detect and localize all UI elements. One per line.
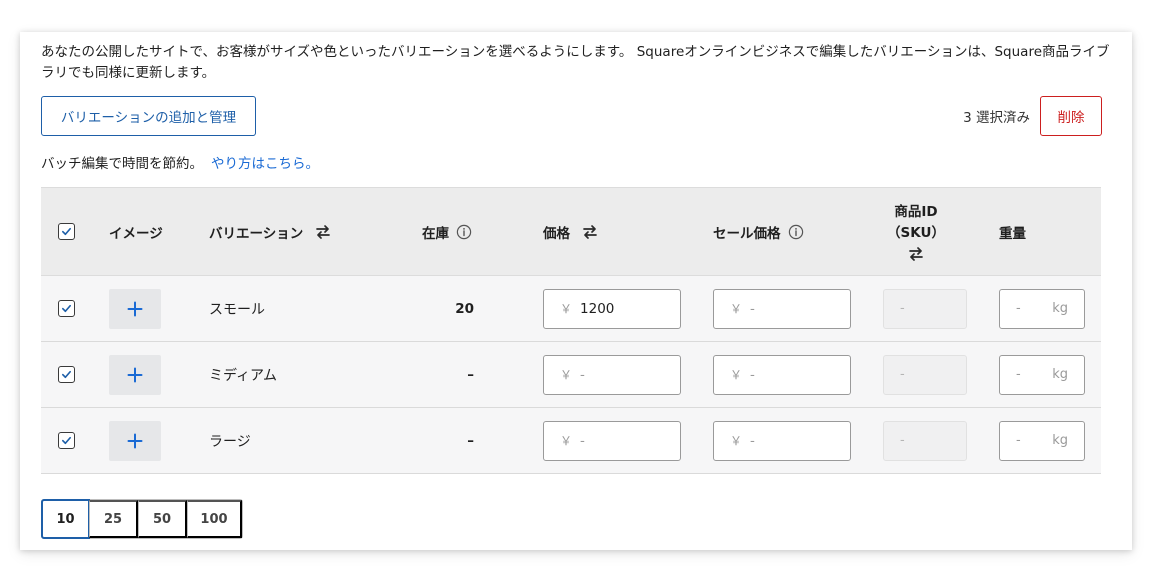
weight-value: -: [1016, 367, 1021, 382]
page-size-100[interactable]: 100: [187, 500, 242, 538]
stock-value: –: [467, 432, 474, 449]
variations-card: あなたの公開したサイトで、お客様がサイズや色といったバリエーションを選べるように…: [20, 32, 1132, 550]
sku-input: -: [883, 288, 967, 329]
price-value: -: [580, 432, 585, 449]
weight-input[interactable]: - kg: [999, 420, 1085, 461]
add-image-button[interactable]: [109, 354, 161, 395]
weight-input[interactable]: - kg: [999, 354, 1085, 395]
price-value: 1200: [580, 300, 615, 317]
header-price-label: 価格: [543, 225, 570, 242]
currency-symbol: ￥: [560, 434, 573, 448]
swap-arrows-icon[interactable]: [908, 246, 924, 262]
page-size-50[interactable]: 50: [138, 500, 187, 538]
info-circle-icon[interactable]: [456, 224, 472, 240]
table-row: スモール 20 ￥ 1200 ￥ - - - kg: [41, 276, 1101, 342]
weight-unit: kg: [1052, 301, 1068, 316]
sale-price-value: -: [750, 432, 755, 449]
table-header: イメージ バリエーション 在庫 価格 セール価格 商品ID （SKU） 重量: [41, 187, 1101, 276]
plus-icon: [127, 367, 143, 382]
currency-symbol: ￥: [730, 368, 743, 382]
page-size-10[interactable]: 10: [41, 499, 90, 539]
checkmark-icon: [62, 370, 71, 379]
currency-symbol: ￥: [560, 368, 573, 382]
add-image-button[interactable]: [109, 420, 161, 461]
weight-value: -: [1016, 433, 1021, 448]
swap-arrows-icon[interactable]: [582, 224, 598, 240]
sale-price-input[interactable]: ￥ -: [713, 354, 851, 395]
sale-price-value: -: [750, 300, 755, 317]
info-circle-icon[interactable]: [788, 224, 804, 240]
select-all-checkbox[interactable]: [58, 223, 75, 240]
header-image: イメージ: [109, 225, 163, 242]
batch-note-text: バッチ編集で時間を節約。: [41, 156, 203, 172]
price-input[interactable]: ￥ 1200: [543, 288, 681, 329]
stock-value: 20: [455, 300, 474, 317]
price-input[interactable]: ￥ -: [543, 420, 681, 461]
variation-name: スモール: [209, 301, 265, 318]
selected-count: 3 選択済み: [963, 110, 1030, 126]
header-sku-line1: 商品ID: [894, 203, 938, 220]
header-price[interactable]: 価格: [543, 188, 598, 275]
weight-input[interactable]: - kg: [999, 288, 1085, 329]
price-value: -: [580, 366, 585, 383]
stock-value: –: [467, 366, 474, 383]
batch-help-link[interactable]: やり方はこちら。: [211, 156, 319, 172]
sale-price-input[interactable]: ￥ -: [713, 288, 851, 329]
header-variation-label: バリエーション: [209, 225, 304, 242]
sale-price-input[interactable]: ￥ -: [713, 420, 851, 461]
batch-note: バッチ編集で時間を節約。 やり方はこちら。: [41, 152, 319, 172]
sku-input: -: [883, 420, 967, 461]
row-checkbox[interactable]: [58, 300, 75, 317]
header-weight: 重量: [999, 225, 1026, 242]
header-variation[interactable]: バリエーション: [209, 188, 331, 275]
weight-unit: kg: [1052, 433, 1068, 448]
header-sku-line2: （SKU）: [887, 224, 945, 241]
weight-value: -: [1016, 301, 1021, 316]
variations-table: イメージ バリエーション 在庫 価格 セール価格 商品ID （SKU） 重量 ス…: [41, 187, 1101, 474]
table-row: ミディアム – ￥ - ￥ - - - kg: [41, 342, 1101, 408]
header-sku[interactable]: 商品ID （SKU）: [881, 188, 951, 275]
currency-symbol: ￥: [560, 302, 573, 316]
checkmark-icon: [62, 436, 71, 445]
variation-name: ミディアム: [209, 367, 278, 384]
currency-symbol: ￥: [730, 302, 743, 316]
header-stock-label: 在庫: [422, 225, 449, 242]
variation-name: ラージ: [209, 433, 251, 450]
header-sale-price: セール価格: [713, 188, 804, 275]
plus-icon: [127, 433, 143, 448]
header-sale-price-label: セール価格: [713, 225, 781, 242]
checkmark-icon: [62, 304, 71, 313]
table-row: ラージ – ￥ - ￥ - - - kg: [41, 408, 1101, 474]
add-image-button[interactable]: [109, 288, 161, 329]
price-input[interactable]: ￥ -: [543, 354, 681, 395]
page-size-25[interactable]: 25: [89, 500, 138, 538]
swap-arrows-icon[interactable]: [315, 224, 331, 240]
sale-price-value: -: [750, 366, 755, 383]
row-checkbox[interactable]: [58, 366, 75, 383]
checkmark-icon: [62, 227, 71, 236]
page-size-selector: 10 25 50 100: [41, 499, 243, 539]
header-stock: 在庫: [422, 188, 472, 275]
row-checkbox[interactable]: [58, 432, 75, 449]
currency-symbol: ￥: [730, 434, 743, 448]
sku-input: -: [883, 354, 967, 395]
weight-unit: kg: [1052, 367, 1068, 382]
manage-variations-button[interactable]: バリエーションの追加と管理: [41, 96, 256, 136]
intro-text: あなたの公開したサイトで、お客様がサイズや色といったバリエーションを選べるように…: [41, 44, 1110, 81]
plus-icon: [127, 301, 143, 316]
delete-button[interactable]: 削除: [1040, 96, 1102, 136]
